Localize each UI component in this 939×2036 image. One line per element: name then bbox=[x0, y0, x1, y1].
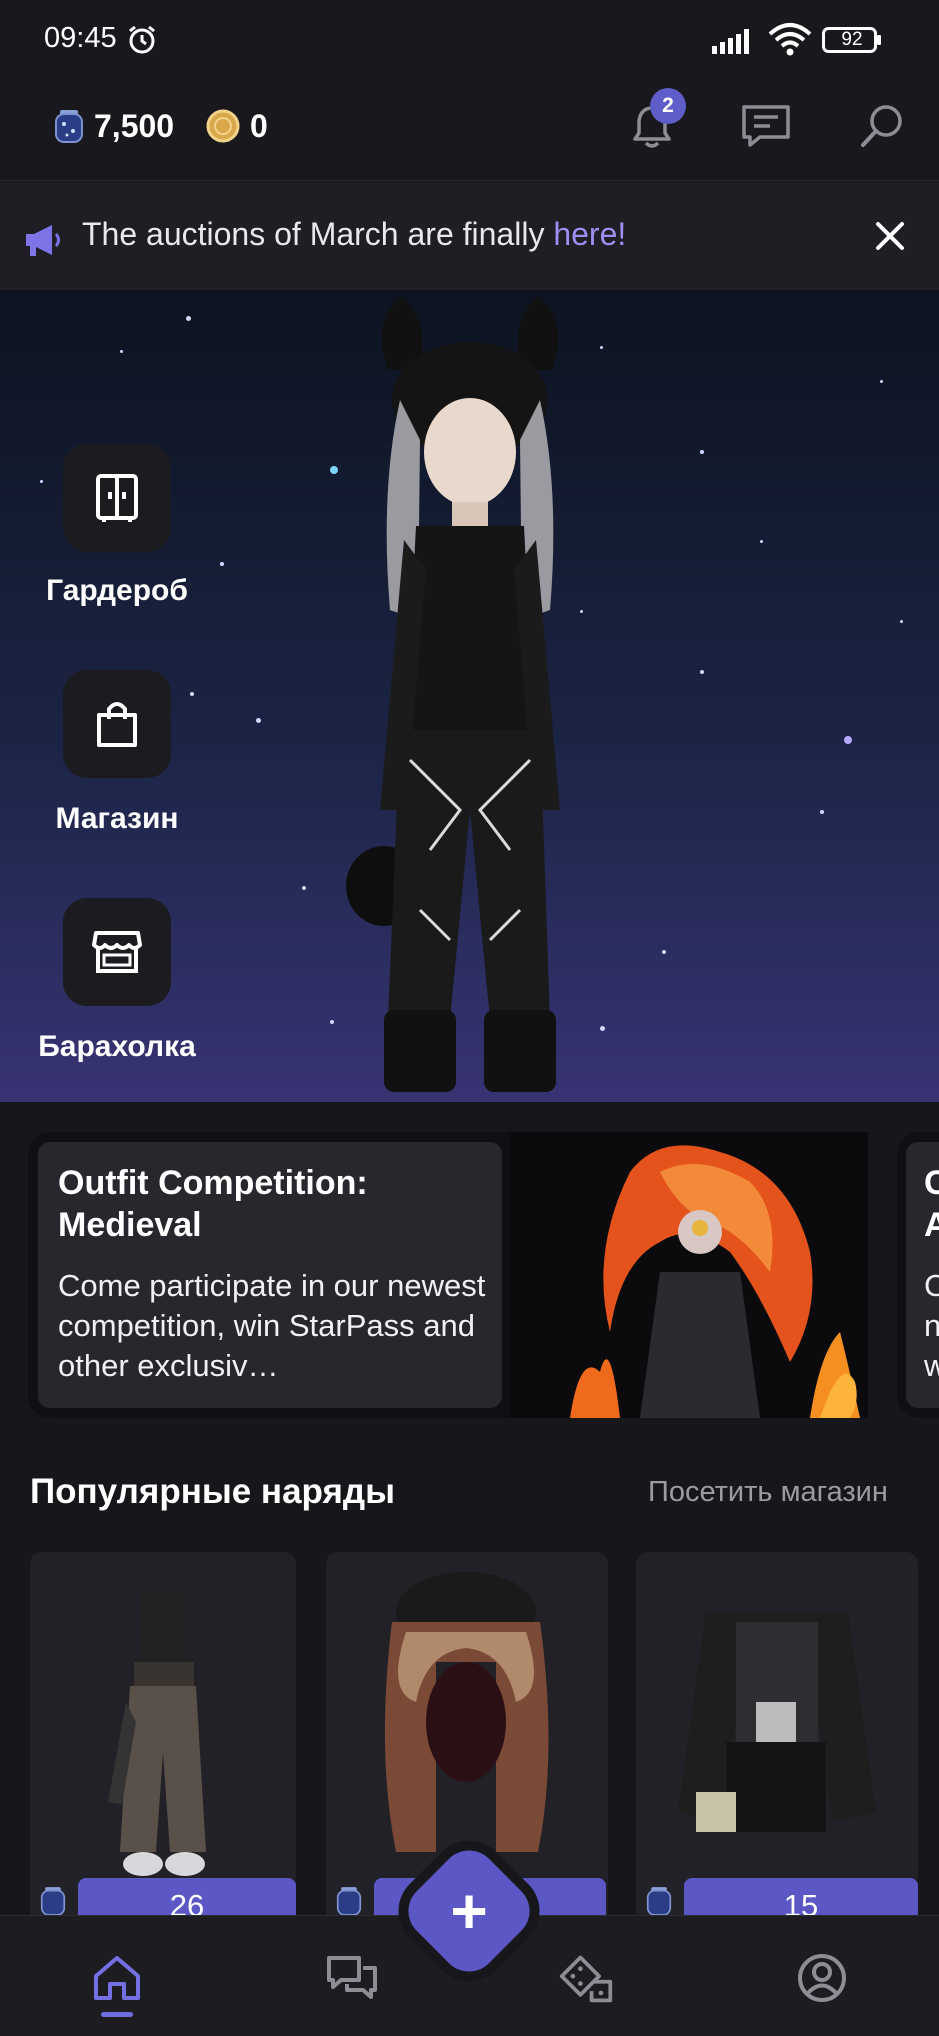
search-button[interactable] bbox=[852, 96, 912, 156]
star-jar-icon bbox=[646, 1887, 672, 1916]
outfit-image bbox=[678, 1612, 876, 1832]
search-icon bbox=[861, 105, 902, 147]
wifi-icon bbox=[768, 23, 812, 56]
promo-next-title: C A bbox=[924, 1164, 939, 1244]
chat-icon bbox=[742, 105, 790, 147]
star-balance[interactable]: 7,500 bbox=[54, 102, 174, 150]
star-jar-icon bbox=[336, 1887, 362, 1916]
flea-market-label: Барахолка bbox=[38, 1030, 196, 1063]
shopping-bag-icon bbox=[97, 702, 137, 747]
outfit-card[interactable] bbox=[636, 1552, 918, 1922]
shop-label: Магазин bbox=[55, 802, 179, 835]
games-icon bbox=[559, 1955, 613, 2003]
promo-description: Come participate in our newest competiti… bbox=[58, 1268, 486, 1383]
coin-balance[interactable]: 0 bbox=[206, 102, 268, 150]
nav-chats[interactable] bbox=[324, 1950, 380, 2006]
popular-outfits-title: Популярные наряды bbox=[30, 1472, 395, 1511]
close-icon[interactable] bbox=[872, 218, 908, 254]
avatar-character[interactable] bbox=[340, 290, 600, 1102]
nav-home[interactable] bbox=[89, 1950, 145, 2006]
announcement-text: The auctions of March are finally here! bbox=[82, 216, 626, 253]
coin-balance-value: 0 bbox=[250, 107, 268, 144]
battery-level: 92 bbox=[841, 29, 863, 50]
outfit-card[interactable] bbox=[30, 1552, 296, 1922]
nav-games[interactable] bbox=[558, 1950, 614, 2006]
home-icon bbox=[94, 1956, 140, 2000]
promo-artwork bbox=[510, 1132, 868, 1418]
messages-button[interactable] bbox=[736, 96, 796, 156]
star-jar-icon bbox=[40, 1887, 66, 1916]
wardrobe-icon bbox=[96, 474, 138, 522]
alarm-icon bbox=[129, 25, 155, 54]
nav-profile[interactable] bbox=[794, 1950, 850, 2006]
status-time: 09:45 bbox=[44, 22, 117, 54]
star-balance-value: 7,500 bbox=[94, 107, 175, 144]
profile-icon bbox=[798, 1954, 846, 2002]
flea-market-button[interactable] bbox=[63, 898, 171, 1006]
active-tab-indicator bbox=[101, 2012, 133, 2017]
promo-title: Outfit Competition: Medieval bbox=[58, 1164, 368, 1244]
announcement-link[interactable]: here! bbox=[553, 216, 626, 252]
coin-icon bbox=[206, 109, 240, 143]
promo-next-description: C n w bbox=[924, 1268, 939, 1383]
wardrobe-label: Гардероб bbox=[46, 574, 188, 607]
announcement-message: The auctions of March are finally bbox=[82, 216, 554, 252]
shop-button[interactable] bbox=[63, 670, 171, 778]
plus-icon: + bbox=[450, 1875, 488, 1947]
star-jar-icon bbox=[55, 110, 83, 143]
signal-icon bbox=[712, 29, 749, 54]
storefront-icon bbox=[92, 931, 142, 973]
megaphone-icon bbox=[26, 225, 60, 256]
notification-badge: 2 bbox=[650, 88, 686, 124]
outfit-image bbox=[108, 1592, 206, 1876]
wardrobe-button[interactable] bbox=[63, 444, 171, 552]
chats-icon bbox=[327, 1956, 377, 1999]
visit-shop-link[interactable]: Посетить магазин bbox=[648, 1476, 888, 1509]
